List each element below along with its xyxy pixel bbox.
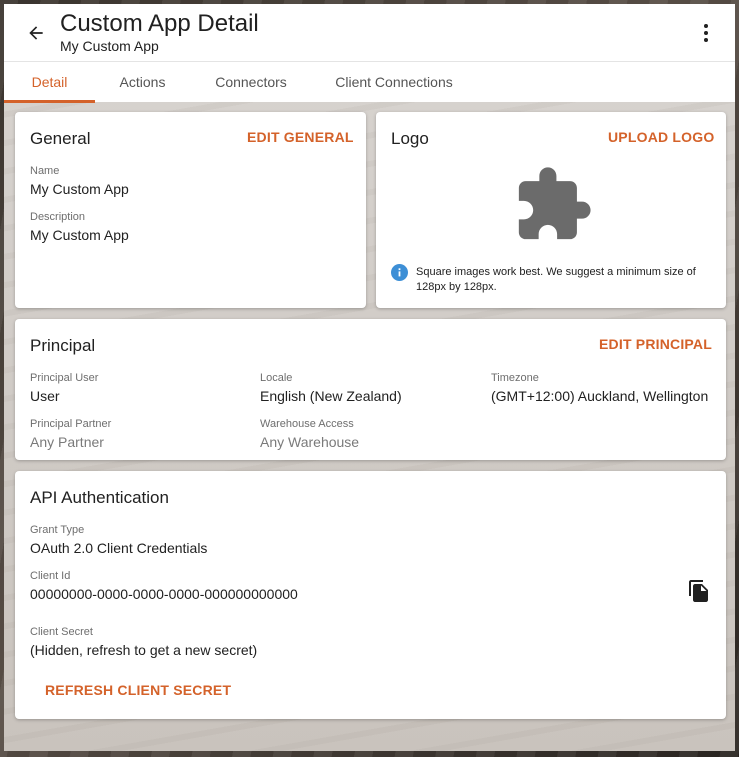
tab-bar: Detail Actions Connectors Client Connect… [4,61,735,103]
locale-value: English (New Zealand) [260,388,402,404]
general-card: General EDIT GENERAL Name My Custom App … [15,112,366,308]
copy-icon[interactable] [687,579,711,603]
grant-type-label: Grant Type [30,524,85,536]
principal-partner-label: Principal Partner [30,418,112,430]
principal-partner-value: Any Partner [30,434,104,450]
api-authentication-card: API Authentication Grant Type OAuth 2.0 … [15,471,726,719]
principal-card: Principal EDIT PRINCIPAL Principal User … [15,319,726,460]
name-label: Name [30,165,60,177]
logo-title: Logo [391,129,429,148]
principal-title: Principal [30,336,96,355]
general-title: General [30,129,91,148]
client-id-label: Client Id [30,570,71,582]
info-icon [391,264,408,281]
page-subtitle: My Custom App [60,38,159,54]
locale-label: Locale [260,372,293,384]
timezone-value: (GMT+12:00) Auckland, Wellington [491,388,709,404]
back-arrow-icon[interactable] [24,21,48,45]
warehouse-access-value: Any Warehouse [260,434,360,450]
extension-puzzle-icon [512,164,594,246]
description-value: My Custom App [30,227,129,243]
tab-connectors[interactable]: Connectors [190,62,312,102]
client-secret-value: (Hidden, refresh to get a new secret) [30,642,258,658]
tab-detail[interactable]: Detail [4,62,95,102]
tab-client-connections[interactable]: Client Connections [312,62,476,102]
logo-card: Logo UPLOAD LOGO Square images work best… [376,112,726,308]
grant-type-value: OAuth 2.0 Client Credentials [30,540,208,556]
client-id-value: 00000000-0000-0000-0000-000000000000 [30,586,298,602]
api-authentication-title: API Authentication [30,488,169,507]
warehouse-access-label: Warehouse Access [260,418,354,430]
page-title: Custom App Detail [60,10,259,37]
client-secret-label: Client Secret [30,626,93,638]
description-label: Description [30,211,86,223]
logo-size-hint: Square images work best. We suggest a mi… [416,266,696,293]
tab-actions[interactable]: Actions [95,62,190,102]
edit-general-button[interactable]: EDIT GENERAL [247,129,354,145]
edit-principal-button[interactable]: EDIT PRINCIPAL [599,336,712,352]
app-window: Custom App Detail My Custom App Detail A… [4,4,735,751]
timezone-label: Timezone [491,372,539,384]
more-vert-icon[interactable] [694,21,718,45]
principal-user-label: Principal User [30,372,99,384]
upload-logo-button[interactable]: UPLOAD LOGO [608,129,714,145]
name-value: My Custom App [30,181,129,197]
principal-user-value: User [30,388,60,404]
app-header: Custom App Detail My Custom App [4,4,735,61]
active-tab-indicator [4,100,95,103]
refresh-client-secret-button[interactable]: REFRESH CLIENT SECRET [45,682,231,698]
